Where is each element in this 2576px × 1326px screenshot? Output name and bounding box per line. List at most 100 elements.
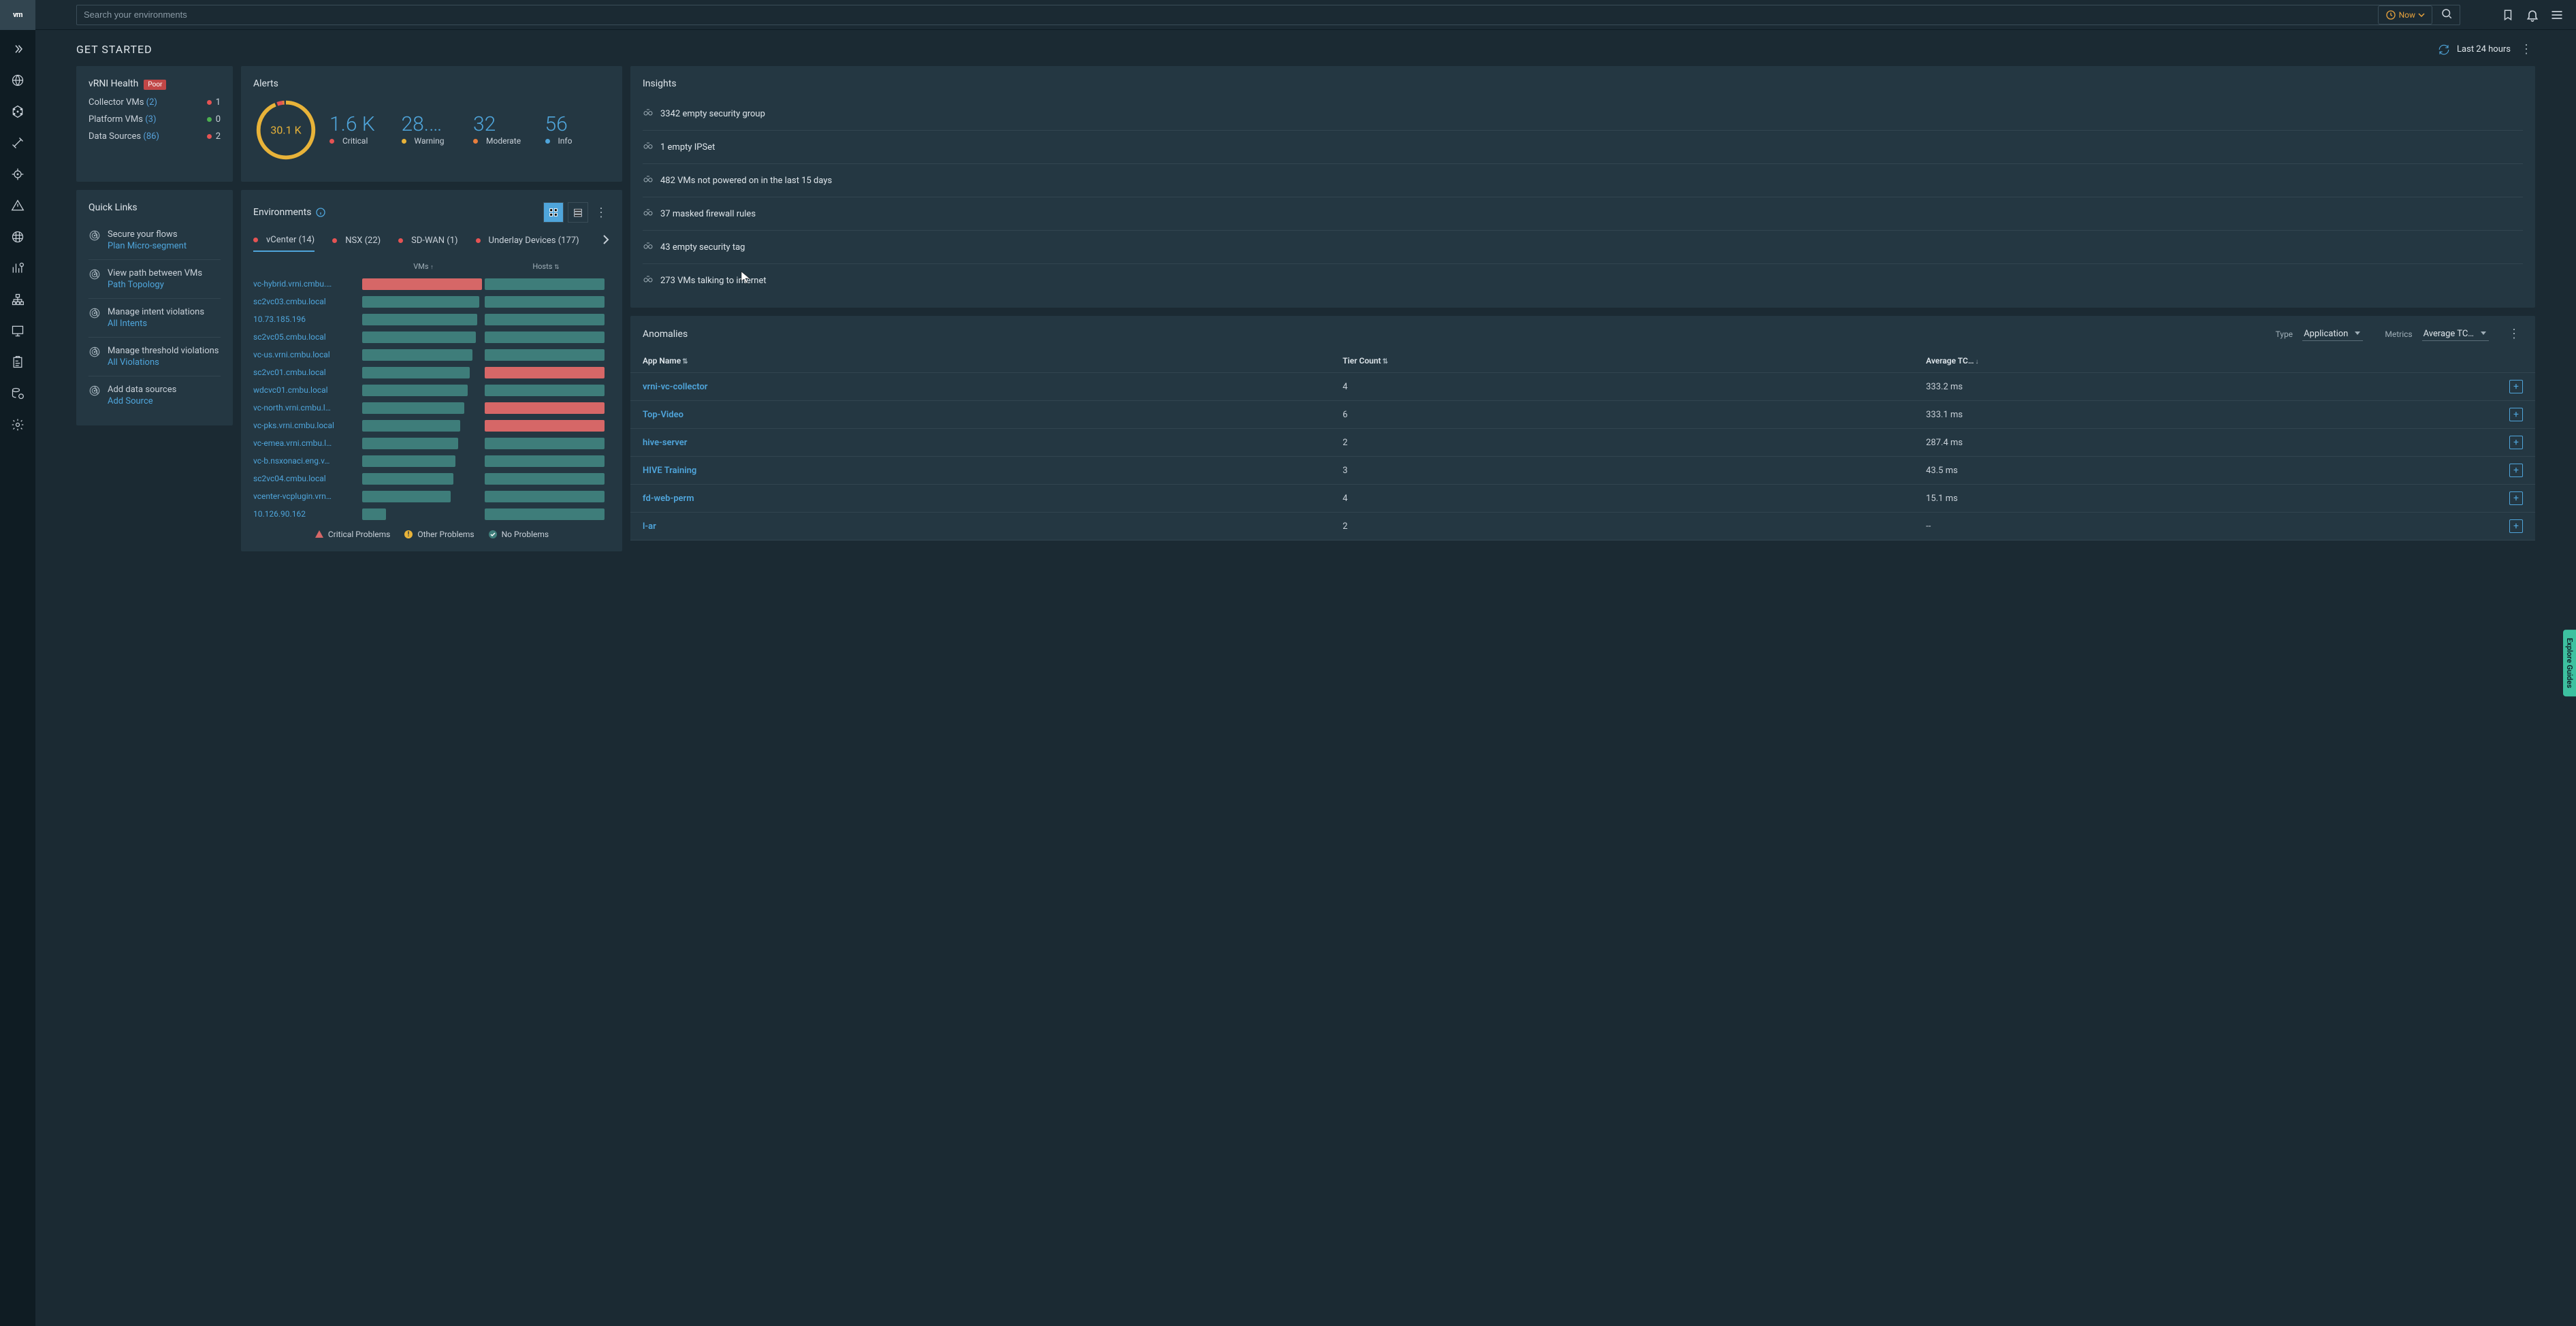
env-name-link[interactable]: sc2vc01.cmbu.local bbox=[253, 368, 362, 377]
env-name-link[interactable]: vc-pks.vrni.cmbu.local bbox=[253, 421, 362, 430]
env-name-link[interactable]: vc-emea.vrni.cmbu.l… bbox=[253, 438, 362, 448]
quicklink-link[interactable]: All Violations bbox=[108, 357, 219, 368]
env-tab[interactable]: SD-WAN (1) bbox=[398, 230, 457, 251]
anomalies-kebab-icon[interactable]: ⋮ bbox=[2505, 327, 2523, 341]
database-icon[interactable] bbox=[10, 385, 26, 402]
search-bar[interactable]: Now bbox=[76, 5, 2460, 25]
target-icon[interactable] bbox=[10, 166, 26, 182]
type-select[interactable]: Application bbox=[2302, 327, 2363, 341]
view-grid-button[interactable] bbox=[543, 202, 564, 223]
anomaly-app-link[interactable]: hive-server bbox=[643, 438, 1342, 448]
quicklink-link[interactable]: Add Source bbox=[108, 396, 176, 406]
env-name-link[interactable]: vcenter-vcplugin.vrn… bbox=[253, 491, 362, 501]
alert-stat[interactable]: 32Moderate bbox=[473, 114, 538, 146]
env-tab[interactable]: Underlay Devices (177) bbox=[476, 230, 579, 251]
search-icon[interactable] bbox=[2441, 7, 2453, 22]
env-tab[interactable]: vCenter (14) bbox=[253, 229, 315, 252]
clock-icon bbox=[2385, 10, 2396, 20]
alert-stat[interactable]: 56Info bbox=[545, 114, 611, 146]
bell-icon[interactable] bbox=[2526, 8, 2539, 22]
metrics-select[interactable]: Average TC… bbox=[2422, 327, 2489, 341]
radar-icon bbox=[88, 268, 101, 290]
kebab-menu-icon[interactable]: ⋮ bbox=[2517, 42, 2535, 56]
refresh-icon[interactable] bbox=[2438, 44, 2450, 56]
insight-item[interactable]: 1 empty IPSet bbox=[643, 131, 2523, 164]
env-name-link[interactable]: vc-north.vrni.cmbu.l… bbox=[253, 403, 362, 413]
env-name-link[interactable]: 10.73.185.196 bbox=[253, 314, 362, 324]
quicklink-item: Secure your flowsPlan Micro-segment bbox=[88, 221, 221, 260]
binoculars-icon bbox=[643, 274, 654, 287]
env-name-link[interactable]: 10.126.90.162 bbox=[253, 509, 362, 519]
search-input[interactable] bbox=[84, 10, 2378, 20]
expand-row-button[interactable]: + bbox=[2509, 519, 2523, 533]
time-now-button[interactable]: Now bbox=[2378, 5, 2432, 25]
expand-row-button[interactable]: + bbox=[2509, 464, 2523, 477]
expand-row-button[interactable]: + bbox=[2509, 380, 2523, 393]
type-label: Type bbox=[2276, 329, 2293, 339]
explore-guides-tab[interactable]: Explore Guides bbox=[2563, 630, 2576, 696]
env-name-link[interactable]: vc-hybrid.vrni.cmbu.… bbox=[253, 279, 362, 289]
header-right: Last 24 hours ⋮ bbox=[2438, 42, 2535, 56]
env-name-link[interactable]: vc-us.vrni.cmbu.local bbox=[253, 350, 362, 359]
env-tab[interactable]: NSX (22) bbox=[332, 230, 381, 251]
hexagon-icon[interactable] bbox=[10, 103, 26, 120]
env-name-link[interactable]: sc2vc04.cmbu.local bbox=[253, 474, 362, 483]
anomalies-title: Anomalies bbox=[643, 329, 688, 340]
col-average[interactable]: Average TC…↓ bbox=[1926, 356, 2509, 366]
env-name-link[interactable]: sc2vc03.cmbu.local bbox=[253, 297, 362, 306]
binoculars-icon bbox=[643, 174, 654, 187]
health-row[interactable]: Data Sources (86)2 bbox=[88, 131, 221, 142]
expand-row-button[interactable]: + bbox=[2509, 491, 2523, 505]
health-row[interactable]: Platform VMs (3)0 bbox=[88, 114, 221, 125]
alert-triangle-icon[interactable] bbox=[10, 197, 26, 214]
analytics-icon[interactable] bbox=[10, 260, 26, 276]
env-name-link[interactable]: vc-b.nsxonaci.eng.v… bbox=[253, 456, 362, 466]
col-app-name[interactable]: App Name⇅ bbox=[643, 356, 1342, 366]
anomaly-row: fd-web-perm 4 15.1 ms + bbox=[630, 485, 2535, 513]
insight-item[interactable]: 482 VMs not powered on in the last 15 da… bbox=[643, 164, 2523, 197]
quicklink-link[interactable]: Path Topology bbox=[108, 280, 202, 290]
page-title: GET STARTED bbox=[76, 43, 152, 56]
insight-item[interactable]: 43 empty security tag bbox=[643, 231, 2523, 264]
env-name-link[interactable]: sc2vc05.cmbu.local bbox=[253, 332, 362, 342]
anomaly-app-link[interactable]: vrni-vc-collector bbox=[643, 382, 1342, 392]
insight-item[interactable]: 3342 empty security group bbox=[643, 97, 2523, 131]
anomaly-app-link[interactable]: l-ar bbox=[643, 521, 1342, 532]
tabs-scroll-right-icon[interactable] bbox=[602, 234, 610, 248]
alerts-donut[interactable]: 30.1 K bbox=[253, 97, 319, 163]
menu-icon[interactable] bbox=[2550, 8, 2564, 22]
quicklink-link[interactable]: Plan Micro-segment bbox=[108, 241, 187, 251]
sidebar-expand-icon[interactable] bbox=[10, 41, 26, 57]
insight-item[interactable]: 273 VMs talking to internet bbox=[643, 264, 2523, 297]
env-name-link[interactable]: wdcvc01.cmbu.local bbox=[253, 385, 362, 395]
binoculars-icon bbox=[643, 140, 654, 154]
bookmark-icon[interactable] bbox=[2501, 8, 2515, 22]
view-list-button[interactable] bbox=[568, 202, 588, 223]
anomaly-app-link[interactable]: Top-Video bbox=[643, 410, 1342, 420]
topbar: vm Now bbox=[0, 0, 2576, 30]
info-icon[interactable] bbox=[315, 207, 326, 218]
clipboard-icon[interactable] bbox=[10, 354, 26, 370]
alert-stat[interactable]: 1.6 KCritical bbox=[329, 114, 395, 146]
globe-icon[interactable] bbox=[10, 72, 26, 88]
page-header: GET STARTED Last 24 hours ⋮ bbox=[76, 42, 2535, 56]
expand-row-button[interactable]: + bbox=[2509, 408, 2523, 421]
topology-icon[interactable] bbox=[10, 291, 26, 308]
environments-kebab-icon[interactable]: ⋮ bbox=[592, 206, 610, 220]
col-tier-count[interactable]: Tier Count⇅ bbox=[1342, 356, 1926, 366]
globe-grid-icon[interactable] bbox=[10, 229, 26, 245]
anomaly-row: HIVE Training 3 43.5 ms + bbox=[630, 457, 2535, 485]
env-row: vcenter-vcplugin.vrn… bbox=[253, 487, 610, 505]
alert-stat[interactable]: 28.…Warning bbox=[402, 114, 467, 146]
anomaly-app-link[interactable]: fd-web-perm bbox=[643, 494, 1342, 504]
insight-item[interactable]: 37 masked firewall rules bbox=[643, 197, 2523, 231]
anomaly-app-link[interactable]: HIVE Training bbox=[643, 466, 1342, 476]
quicklink-link[interactable]: All Intents bbox=[108, 319, 204, 329]
expand-row-button[interactable]: + bbox=[2509, 436, 2523, 449]
health-row[interactable]: Collector VMs (2)1 bbox=[88, 97, 221, 108]
gear-icon[interactable] bbox=[10, 417, 26, 433]
tools-icon[interactable] bbox=[10, 135, 26, 151]
warning-circle-icon: ! bbox=[404, 530, 413, 539]
env-row: vc-emea.vrni.cmbu.l… bbox=[253, 434, 610, 452]
monitor-icon[interactable] bbox=[10, 323, 26, 339]
